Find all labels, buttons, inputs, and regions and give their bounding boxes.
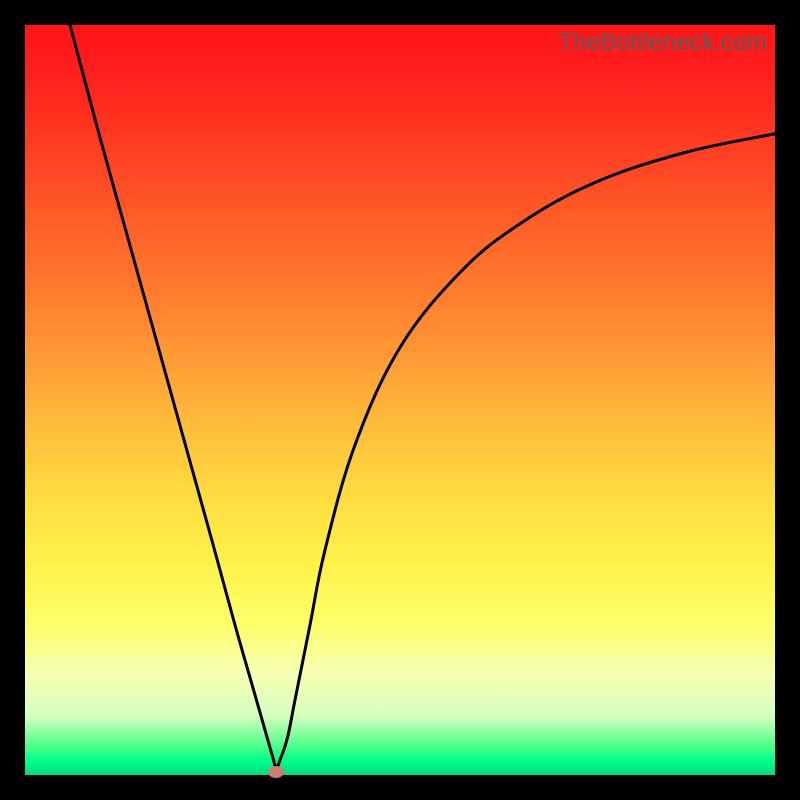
bottleneck-curve — [25, 25, 775, 775]
chart-plot-area: TheBottleneck.com — [25, 25, 775, 775]
optimal-point-marker — [268, 766, 284, 778]
curve-path — [70, 25, 775, 768]
